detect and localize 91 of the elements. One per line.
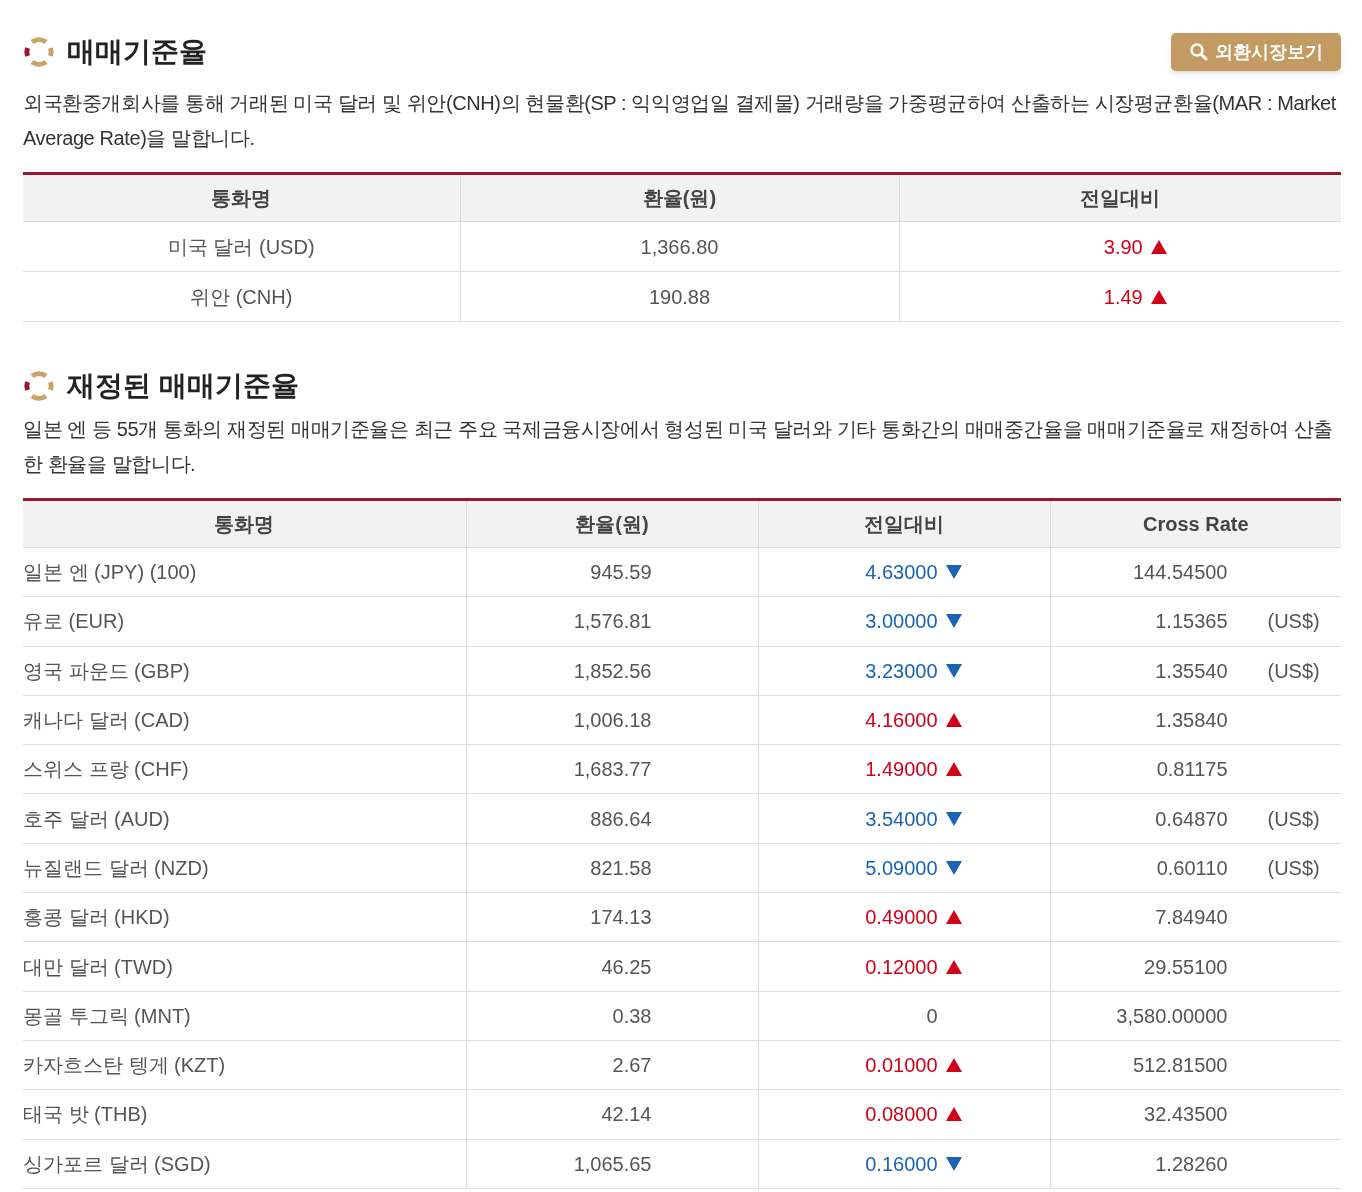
down-triangle-icon [945, 811, 962, 826]
table-cell: 일본 엔 (JPY) (100) [23, 561, 197, 584]
up-triangle-icon [945, 1058, 962, 1073]
change-value: 3.90 [1103, 234, 1143, 260]
change-value: 0.49000 [865, 905, 938, 931]
change-value: 5.09000 [865, 855, 938, 881]
table-cell: 1,065.65 [573, 1152, 652, 1175]
up-triangle-icon [1150, 289, 1167, 304]
change-value: 0.08000 [865, 1102, 938, 1128]
change-value: 1.49000 [865, 757, 938, 783]
table-cell-text: 0.81175 [1155, 757, 1228, 783]
description-text: 일본 엔 등 55개 통화의 재정된 매매기준율은 최근 주요 국제금융시장에서 형성된 미국 달러와 기타 통화간의 매매중간율을 매매기준율로 재정하여 산출한 환율을 말합니다. [23, 417, 1334, 477]
column-header: 통화명 [214, 513, 275, 535]
down-triangle-icon [945, 1156, 962, 1171]
table-cell: 945.59 [590, 561, 652, 584]
search-icon [1189, 42, 1209, 62]
table-cell: 미국 달러 (USD) [167, 235, 315, 258]
table-cell: 싱가포르 달러 (SGD) [23, 1152, 211, 1175]
down-triangle-icon [945, 860, 962, 875]
table-cell: 위안 (CNH) [190, 285, 293, 308]
table-cell-text: 144.54500 [1131, 560, 1228, 586]
up-triangle-icon [945, 713, 962, 728]
change-value: 3.00000 [865, 609, 938, 635]
table-cell: 886.64 [590, 807, 652, 830]
table-cell-text: 1.28260 [1154, 1151, 1228, 1177]
table-cell: 스위스 프랑 (CHF) [23, 758, 189, 781]
table-cell: 1,366.80 [640, 235, 719, 258]
change-value: 0.16000 [865, 1151, 938, 1177]
table-cell-text: 0.64870 [1154, 806, 1228, 832]
table-cell-text: 512.81500 [1131, 1053, 1228, 1079]
up-triangle-icon [1150, 239, 1167, 254]
up-triangle-icon [945, 910, 962, 925]
column-header: 환율(원) [642, 187, 717, 209]
section-title: 매매기준율 [67, 35, 207, 69]
change-value: 0.01000 [865, 1053, 938, 1079]
table-cell-text: 1.15365 [1154, 609, 1228, 635]
table-cell: 대만 달러 (TWD) [23, 955, 173, 978]
up-triangle-icon [945, 1107, 962, 1122]
column-header: 통화명 [211, 187, 272, 209]
table-cell: 태국 밧 (THB) [23, 1103, 148, 1126]
table-cell: 몽골 투그릭 (MNT) [23, 1004, 191, 1027]
unit-label: (US$) [1267, 658, 1320, 684]
change-value: 0 [926, 1003, 938, 1029]
change-value: 3.54000 [865, 806, 938, 832]
table-cell-text: 29.55100 [1143, 954, 1228, 980]
column-header: 전일대비 [864, 513, 944, 535]
table-cell: 0.38 [612, 1004, 652, 1027]
table-cell-text: 0.60110 [1155, 855, 1228, 881]
table-cell: 821.58 [590, 856, 652, 879]
table-cell: 190.88 [648, 285, 711, 308]
unit-label: (US$) [1267, 609, 1320, 635]
forex-market-button[interactable]: 외환시장보기 [1171, 33, 1341, 71]
change-value: 0.12000 [865, 954, 938, 980]
table-cell-text: 32.43500 [1143, 1102, 1228, 1128]
ring-icon [23, 36, 55, 68]
table-cell: 1,006.18 [573, 709, 652, 732]
down-triangle-icon [945, 663, 962, 678]
down-triangle-icon [945, 565, 962, 580]
column-header: Cross Rate [1142, 513, 1249, 535]
unit-label: (US$) [1267, 855, 1320, 881]
change-value: 4.16000 [865, 708, 938, 734]
table-cell: 뉴질랜드 달러 (NZD) [23, 856, 209, 879]
table-cell: 캐나다 달러 (CAD) [23, 709, 190, 732]
change-value: 3.23000 [865, 658, 938, 684]
column-header: 환율(원) [575, 513, 649, 535]
table-cell: 1,576.81 [573, 610, 652, 633]
table-cell-text: 3,580.00000 [1115, 1003, 1228, 1029]
change-value: 1.49 [1103, 284, 1143, 310]
table-cell: 42.14 [601, 1103, 652, 1126]
table-cell: 1,683.77 [573, 758, 652, 781]
up-triangle-icon [945, 959, 962, 974]
table-cell: 2.67 [612, 1054, 652, 1077]
unit-label: (US$) [1267, 806, 1320, 832]
table-cell: 174.13 [590, 906, 652, 929]
table-cell: 46.25 [601, 955, 652, 978]
table-cell: 카자흐스탄 텡게 (KZT) [23, 1054, 226, 1077]
table-cell: 홍콩 달러 (HKD) [23, 906, 170, 929]
down-triangle-icon [945, 614, 962, 629]
change-value: 4.63000 [865, 560, 938, 586]
table-cell-text: 7.84940 [1154, 905, 1228, 931]
table-cell-text: 1.35540 [1154, 658, 1228, 684]
table-cell: 유로 (EUR) [23, 610, 125, 633]
ring-icon [23, 370, 55, 402]
up-triangle-icon [945, 762, 962, 777]
section-title: 재정된 매매기준율 [67, 369, 299, 403]
table-cell: 영국 파운드 (GBP) [23, 659, 190, 682]
table-cell: 호주 달러 (AUD) [23, 807, 170, 830]
table-cell: 1,852.56 [573, 659, 652, 682]
description-text: 외국환중개회사를 통해 거래된 미국 달러 및 위안(CNH)의 현물환(SP : 익익영업일 결제물) 거래량을 가중평균하여 산출하는 시장평균환율(MAR : Market Average Rate)을 말합니다. [23, 91, 1337, 151]
table-cell-text: 1.35840 [1154, 708, 1228, 734]
column-header: 전일대비 [1080, 187, 1161, 209]
